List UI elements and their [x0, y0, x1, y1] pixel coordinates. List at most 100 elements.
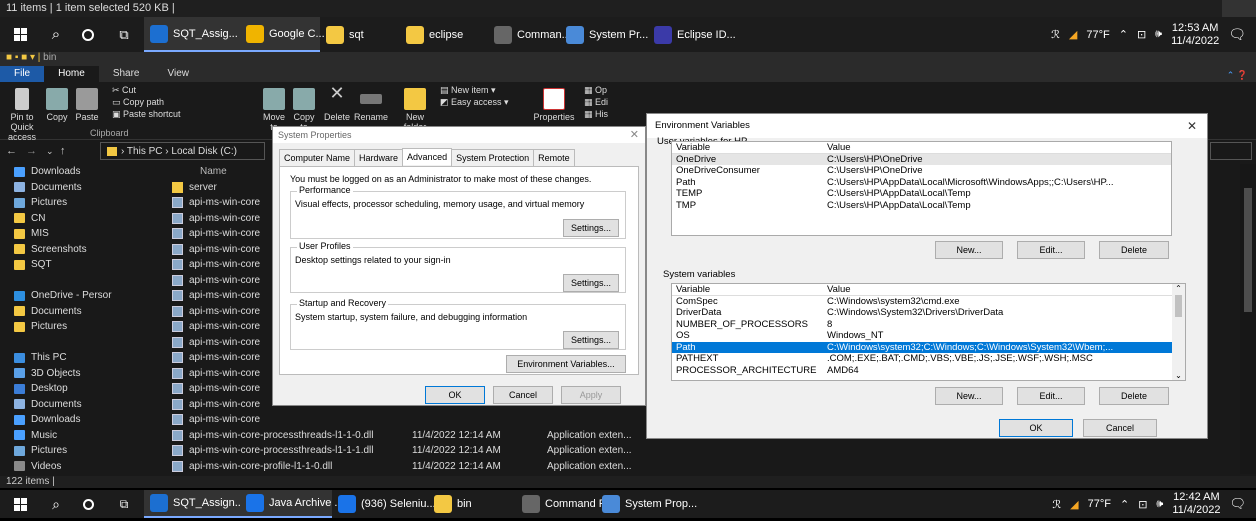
- file-row[interactable]: api-ms-win-core-profile-l1-1-0.dll 11/4/2…: [170, 459, 1246, 475]
- pin-quick-access-button[interactable]: Pin to Quick access: [4, 88, 40, 142]
- open-button[interactable]: ▦ Op: [584, 85, 607, 96]
- tab-advanced[interactable]: Advanced: [402, 148, 453, 165]
- variable-row[interactable]: TEMP C:\Users\HP\AppData\Local\Temp: [672, 188, 1171, 200]
- search-input[interactable]: [1210, 142, 1252, 160]
- value-column-header[interactable]: Value: [827, 142, 1171, 153]
- tab-file[interactable]: File: [0, 66, 45, 82]
- chevron-up-icon[interactable]: ⌃: [1172, 284, 1185, 293]
- value-column-header[interactable]: Value: [827, 284, 1185, 295]
- nav-item[interactable]: Pictures: [0, 443, 180, 459]
- edit-button[interactable]: ▦ Edi: [584, 97, 608, 108]
- user-profiles-settings-button[interactable]: Settings...: [563, 274, 619, 292]
- weather-icon[interactable]: ◢: [1070, 498, 1078, 511]
- chevron-up-icon[interactable]: ⌃: [1119, 28, 1128, 41]
- network-icon[interactable]: ⊡: [1138, 498, 1147, 511]
- search-button[interactable]: ⌕: [40, 17, 72, 52]
- taskbar-app-1[interactable]: Java Archive ...: [240, 490, 344, 518]
- taskbar-app-3[interactable]: eclipse: [400, 17, 488, 52]
- nav-item[interactable]: Screenshots: [0, 242, 180, 258]
- volume-icon[interactable]: 🕪: [1156, 498, 1163, 511]
- up-arrow-icon[interactable]: ↑: [60, 145, 66, 157]
- rename-button[interactable]: Rename: [354, 88, 388, 122]
- nav-item[interactable]: This PC: [0, 350, 180, 366]
- system-delete-button[interactable]: Delete: [1099, 387, 1169, 405]
- tab-view[interactable]: View: [154, 66, 204, 82]
- tab-home[interactable]: Home: [44, 66, 99, 82]
- nav-item[interactable]: CN: [0, 211, 180, 227]
- properties-button[interactable]: Properties: [532, 88, 576, 122]
- copy-path-button[interactable]: ▭ Copy path: [112, 97, 164, 108]
- system-new-button[interactable]: New...: [935, 387, 1003, 405]
- task-view-button[interactable]: ⧉: [104, 490, 144, 518]
- variable-row[interactable]: OS Windows_NT: [672, 330, 1185, 342]
- nav-item[interactable]: Desktop: [0, 381, 180, 397]
- variable-row[interactable]: NUMBER_OF_PROCESSORS 8: [672, 319, 1185, 331]
- nav-item[interactable]: OneDrive - Persor: [0, 288, 180, 304]
- nav-item[interactable]: Documents: [0, 304, 180, 320]
- taskbar-app-4[interactable]: Command P...: [516, 490, 614, 518]
- tab-remote[interactable]: Remote: [533, 149, 575, 166]
- tab-share[interactable]: Share: [99, 66, 154, 82]
- network-icon[interactable]: ⊡: [1137, 28, 1146, 41]
- notification-icon[interactable]: 🗨: [1228, 26, 1246, 43]
- view-toggle[interactable]: [1222, 0, 1256, 17]
- variable-row[interactable]: Path C:\Windows\system32;C:\Windows;C:\Wi…: [672, 341, 1185, 353]
- easy-access-button[interactable]: ◩ Easy access ▾: [440, 97, 509, 108]
- variable-column-header[interactable]: Variable: [672, 142, 827, 153]
- chevron-down-icon[interactable]: ⌄: [46, 146, 54, 157]
- paste-button[interactable]: Paste: [72, 88, 102, 122]
- variable-row[interactable]: TMP C:\Users\HP\AppData\Local\Temp: [672, 200, 1171, 212]
- variable-row[interactable]: DriverData C:\Windows\System32\Drivers\Dr…: [672, 307, 1185, 319]
- clock[interactable]: 12:42 AM 11/4/2022: [1172, 491, 1220, 517]
- taskbar-app-1[interactable]: Google C...: [240, 17, 325, 52]
- cut-button[interactable]: ✂ Cut: [112, 85, 136, 96]
- nav-item[interactable]: Downloads: [0, 412, 180, 428]
- variable-row[interactable]: OneDrive C:\Users\HP\OneDrive: [672, 153, 1171, 165]
- nav-item[interactable]: MIS: [0, 226, 180, 242]
- people-icon[interactable]: ℛ: [1052, 498, 1061, 511]
- paste-shortcut-button[interactable]: ▣ Paste shortcut: [112, 109, 181, 120]
- ok-button[interactable]: OK: [425, 386, 485, 404]
- taskbar-app-2[interactable]: sqt: [320, 17, 400, 52]
- cortana-button[interactable]: [72, 17, 104, 52]
- history-button[interactable]: ▦ His: [584, 109, 608, 120]
- clock[interactable]: 12:53 AM 11/4/2022: [1171, 22, 1219, 48]
- nav-item[interactable]: Documents: [0, 397, 180, 413]
- back-icon[interactable]: ←: [6, 145, 17, 157]
- user-new-button[interactable]: New...: [935, 241, 1003, 259]
- variable-column-header[interactable]: Variable: [672, 284, 827, 295]
- taskbar-app-6[interactable]: Eclipse ID...: [648, 17, 736, 52]
- taskbar-app-5[interactable]: System Prop...: [596, 490, 697, 518]
- copy-button[interactable]: Copy: [44, 88, 70, 122]
- tab-computer-name[interactable]: Computer Name: [279, 149, 356, 166]
- delete-button[interactable]: ✕ Delete: [322, 84, 352, 122]
- cancel-button[interactable]: Cancel: [1083, 419, 1157, 437]
- taskbar-app-0[interactable]: SQT_Assign...: [144, 490, 244, 518]
- nav-item[interactable]: Videos: [0, 459, 180, 475]
- taskbar-app-5[interactable]: System Pr...: [560, 17, 648, 52]
- variable-row[interactable]: ComSpec C:\Windows\system32\cmd.exe: [672, 296, 1185, 308]
- tab-hardware[interactable]: Hardware: [354, 149, 404, 166]
- nav-item[interactable]: Downloads: [0, 164, 180, 180]
- new-item-button[interactable]: ▤ New item ▾: [440, 85, 496, 96]
- scrollbar-thumb[interactable]: [1175, 295, 1182, 317]
- nav-item[interactable]: Documents: [0, 180, 180, 196]
- file-row[interactable]: api-ms-win-core-processthreads-l1-1-1.dl…: [170, 443, 1246, 459]
- startup-settings-button[interactable]: Settings...: [563, 331, 619, 349]
- user-edit-button[interactable]: Edit...: [1017, 241, 1085, 259]
- chevron-down-icon[interactable]: ⌄: [1172, 371, 1185, 380]
- address-box[interactable]: › This PC › Local Disk (C:): [100, 142, 265, 160]
- taskbar-app-4[interactable]: Comman...: [488, 17, 571, 52]
- nav-item[interactable]: Pictures: [0, 319, 180, 335]
- vertical-scrollbar[interactable]: [1240, 164, 1256, 474]
- nav-item[interactable]: Pictures: [0, 195, 180, 211]
- help-icon[interactable]: ⌃ ❓: [1227, 70, 1248, 81]
- search-button[interactable]: ⌕: [40, 490, 72, 518]
- temperature[interactable]: 77°F: [1086, 29, 1109, 41]
- close-icon[interactable]: ✕: [630, 128, 639, 141]
- tab-system-protection[interactable]: System Protection: [451, 149, 535, 166]
- task-view-button[interactable]: ⧉: [104, 17, 144, 52]
- variable-row[interactable]: Path C:\Users\HP\AppData\Local\Microsoft\…: [672, 177, 1171, 189]
- notification-icon[interactable]: 🗨: [1229, 496, 1246, 512]
- apply-button[interactable]: Apply: [561, 386, 621, 404]
